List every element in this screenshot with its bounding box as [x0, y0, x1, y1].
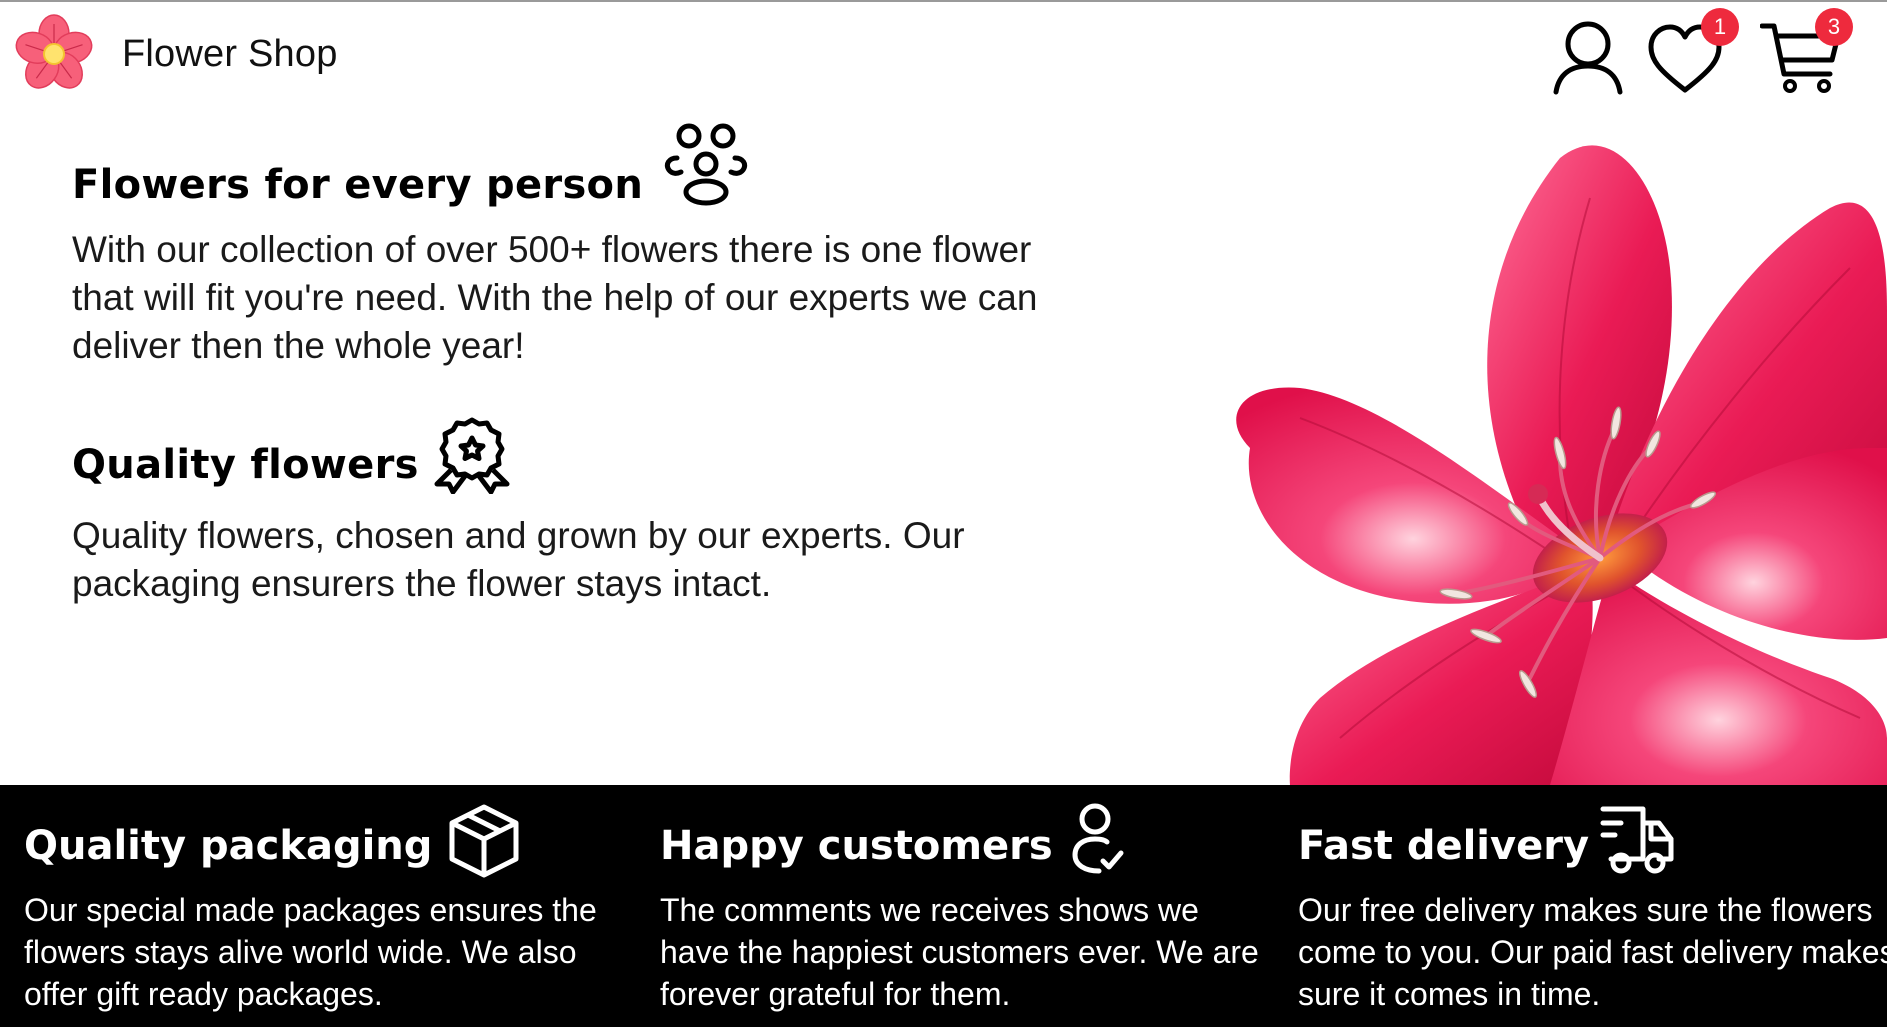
band-item-description: Our free delivery makes sure the flowers…: [1298, 892, 1887, 1012]
brand[interactable]: Flower Shop: [14, 12, 338, 96]
band-item-title-text: Happy customers: [660, 823, 1053, 869]
band-item-delivery: Fast delivery Our free delivery makes su…: [1298, 805, 1887, 1015]
top-border: [0, 0, 1887, 2]
feature-title: Flowers for every person: [72, 123, 1092, 218]
header-actions: 1 3: [1545, 8, 1853, 96]
delivery-truck-icon: [1599, 803, 1675, 889]
package-box-icon: [448, 803, 520, 889]
cart-count-badge: 3: [1815, 8, 1853, 46]
feature-title-text: Flowers for every person: [72, 162, 644, 208]
feature-description: With our collection of over 500+ flowers…: [72, 229, 1038, 366]
people-group-icon: [663, 123, 749, 218]
flower-logo-icon: [15, 14, 93, 89]
band-item-title: Happy customers: [660, 803, 1260, 889]
feature-quality-flowers: Quality flowers Quality flowers, chosen …: [72, 417, 1052, 608]
band-item-description: The comments we receives shows we have t…: [660, 892, 1259, 1012]
user-check-icon: [1069, 803, 1125, 889]
wishlist-button[interactable]: 1: [1645, 8, 1739, 96]
band-item-description: Our special made packages ensures the fl…: [24, 892, 597, 1012]
feature-title-text: Quality flowers: [72, 442, 419, 488]
hero-flower-image: [1236, 145, 1887, 785]
award-badge-icon: [429, 417, 515, 504]
user-icon: [1553, 21, 1623, 95]
band-item-title: Quality packaging: [24, 803, 624, 889]
band-item-customers: Happy customers The comments we receives…: [660, 803, 1260, 1015]
account-button[interactable]: [1545, 16, 1631, 96]
feature-every-person: Flowers for every person With our collec…: [72, 123, 1092, 370]
band-item-title: Fast delivery: [1298, 805, 1887, 887]
band-item-packaging: Quality packaging Our special made packa…: [24, 803, 624, 1015]
feature-title: Quality flowers: [72, 417, 1052, 504]
features-band: Quality packaging Our special made packa…: [0, 785, 1887, 1027]
brand-name: Flower Shop: [122, 32, 338, 75]
band-item-title-text: Fast delivery: [1298, 823, 1590, 869]
band-item-title-text: Quality packaging: [24, 823, 433, 869]
feature-description: Quality flowers, chosen and grown by our…: [72, 515, 965, 604]
cart-button[interactable]: 3: [1759, 8, 1853, 96]
wishlist-count-badge: 1: [1701, 8, 1739, 46]
